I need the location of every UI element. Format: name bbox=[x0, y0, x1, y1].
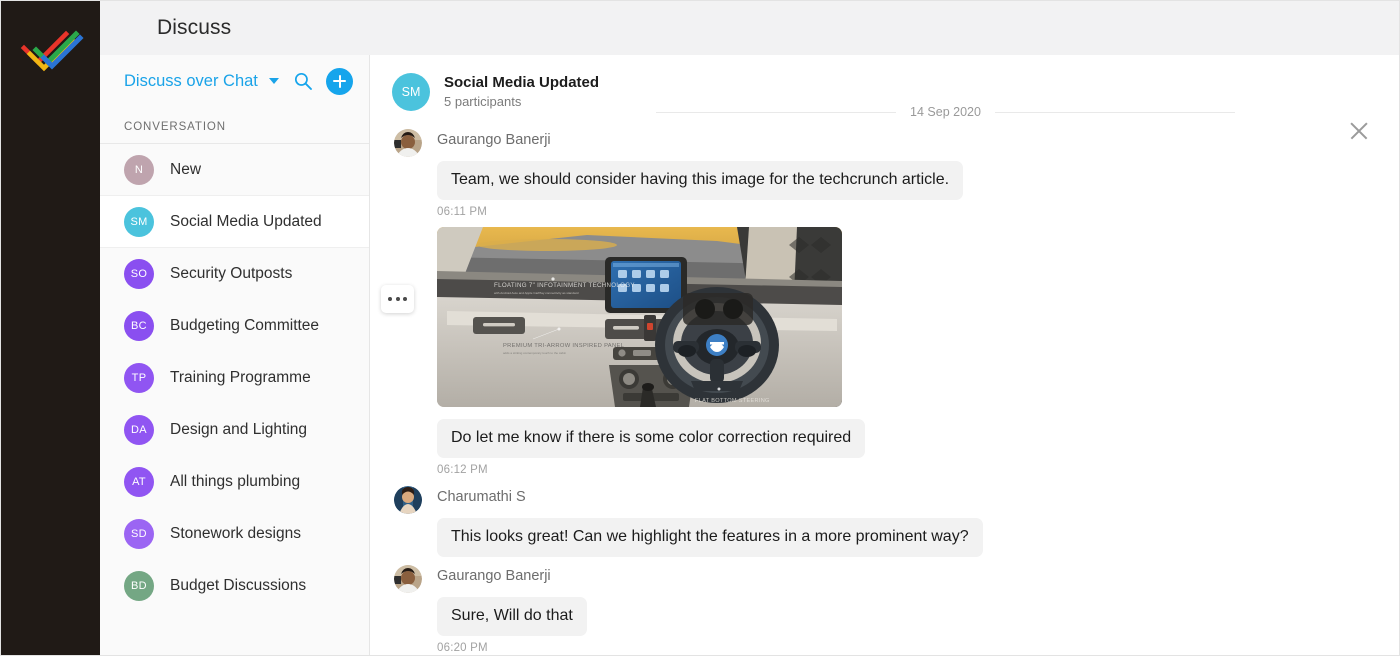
avatar: SO bbox=[124, 258, 154, 289]
app-header: Discuss bbox=[100, 0, 1400, 55]
zoho-checkmark-logo-icon[interactable] bbox=[18, 20, 84, 82]
conversation-item-design-and-lighting[interactable]: DA Design and Lighting bbox=[100, 404, 369, 456]
conversation-item-stonework-designs[interactable]: SD Stonework designs bbox=[100, 508, 369, 560]
message-author: Charumathi S bbox=[437, 489, 526, 505]
svg-text:PREMIUM TRI-ARROW INSPIRED PAN: PREMIUM TRI-ARROW INSPIRED PANEL bbox=[503, 343, 625, 349]
dot bbox=[388, 297, 392, 301]
svg-text:FLOATING 7" INFOTAINMENT TECHN: FLOATING 7" INFOTAINMENT TECHNOLOGY bbox=[494, 282, 635, 289]
page-title: Discuss bbox=[157, 15, 232, 39]
divider-line-right bbox=[994, 111, 1235, 113]
avatar: SD bbox=[124, 518, 154, 549]
conversation-item-social-media-updated[interactable]: SM Social Media Updated bbox=[100, 196, 369, 248]
message-group: Charumathi S This looks great! Can we hi… bbox=[370, 486, 1370, 557]
conversation-section-label: CONVERSATION bbox=[100, 107, 369, 144]
chat-header-text: Social Media Updated 5 participants bbox=[444, 73, 599, 109]
conversation-pane: Discuss over Chat CONVERSATION N New SM … bbox=[100, 55, 370, 656]
conversation-item-label: All things plumbing bbox=[170, 472, 301, 490]
conversation-item-label: Budgeting Committee bbox=[170, 316, 320, 334]
search-icon[interactable] bbox=[293, 71, 313, 91]
chat-header: SM Social Media Updated 5 participants bbox=[370, 55, 1400, 111]
more-options-icon[interactable] bbox=[381, 285, 414, 313]
message-group: FLOATING 7" INFOTAINMENT TECHNOLOGY with… bbox=[370, 227, 1370, 476]
dot bbox=[403, 297, 407, 301]
conversation-item-all-things-plumbing[interactable]: AT All things plumbing bbox=[100, 456, 369, 508]
message-text[interactable]: Do let me know if there is some color co… bbox=[437, 419, 866, 458]
attachment-image[interactable]: FLOATING 7" INFOTAINMENT TECHNOLOGY with… bbox=[437, 227, 842, 407]
avatar: BC bbox=[124, 310, 154, 341]
conversation-item-label: New bbox=[170, 160, 202, 178]
message-timestamp: 06:20 PM bbox=[437, 642, 488, 654]
avatar: TP bbox=[124, 362, 154, 393]
message-author: Gaurango Banerji bbox=[437, 568, 551, 584]
body-row: Discuss over Chat CONVERSATION N New SM … bbox=[100, 55, 1400, 656]
svg-text:adds a striking contemporary t: adds a striking contemporary touch to th… bbox=[503, 351, 566, 355]
conversation-item-label: Security Outposts bbox=[170, 264, 293, 282]
avatar bbox=[394, 129, 422, 157]
message-bubble-row: This looks great! Can we highlight the f… bbox=[370, 518, 1370, 557]
main-column: Discuss Discuss over Chat CONVERSATION N… bbox=[100, 0, 1400, 656]
discuss-app-window: Discuss Discuss over Chat CONVERSATION N… bbox=[0, 0, 1400, 656]
divider-line-left bbox=[656, 111, 897, 113]
avatar bbox=[394, 565, 422, 593]
message-bubble-row: Sure, Will do that bbox=[370, 597, 1370, 636]
avatar: DA bbox=[124, 414, 154, 445]
chat-title: Social Media Updated bbox=[444, 74, 600, 91]
avatar-photo-gaurango bbox=[394, 129, 422, 157]
conversation-item-label: Social Media Updated bbox=[170, 212, 322, 230]
svg-text:with Android Auto and Apple Ca: with Android Auto and Apple CarPlay conn… bbox=[494, 291, 579, 295]
chat-pane: SM Social Media Updated 5 participants 1… bbox=[370, 55, 1400, 656]
chat-header-avatar: SM bbox=[392, 73, 430, 111]
message-group: Gaurango Banerji Sure, Will do that 06:2… bbox=[370, 565, 1370, 654]
add-conversation-button[interactable] bbox=[326, 67, 353, 95]
message-bubble-row: Team, we should consider having this ima… bbox=[370, 161, 1370, 200]
chat-participants-count: 5 participants bbox=[444, 94, 522, 109]
message-author-row: Charumathi S bbox=[370, 486, 1370, 514]
message-timestamp: 06:11 PM bbox=[437, 206, 487, 218]
conversation-item-new[interactable]: N New bbox=[100, 144, 369, 196]
conversation-pane-header: Discuss over Chat bbox=[100, 55, 369, 107]
message-attachment-row: FLOATING 7" INFOTAINMENT TECHNOLOGY with… bbox=[370, 227, 1370, 407]
message-author-row: Gaurango Banerji bbox=[370, 129, 1370, 157]
svg-text:FLAT BOTTOM STEERING: FLAT BOTTOM STEERING bbox=[695, 398, 770, 404]
avatar bbox=[394, 486, 422, 514]
message-author: Gaurango Banerji bbox=[437, 132, 551, 148]
message-author-row: Gaurango Banerji bbox=[370, 565, 1370, 593]
message-text[interactable]: This looks great! Can we highlight the f… bbox=[437, 518, 983, 557]
avatar: N bbox=[124, 154, 154, 185]
avatar-photo-gaurango bbox=[394, 565, 422, 593]
dot bbox=[395, 297, 400, 301]
car-dashboard-photo: FLOATING 7" INFOTAINMENT TECHNOLOGY with… bbox=[437, 227, 842, 407]
conversation-list: N New SM Social Media Updated SO Securit… bbox=[100, 144, 369, 656]
conversation-item-training-programme[interactable]: TP Training Programme bbox=[100, 352, 369, 404]
logo-svg bbox=[20, 30, 84, 72]
message-text[interactable]: Sure, Will do that bbox=[437, 597, 587, 636]
chevron-down-icon[interactable] bbox=[268, 78, 279, 84]
avatar: BD bbox=[124, 570, 154, 601]
conversation-item-label: Training Programme bbox=[170, 368, 311, 386]
message-group: Gaurango Banerji Team, we should conside… bbox=[370, 129, 1370, 218]
conversation-item-security-outposts[interactable]: SO Security Outposts bbox=[100, 248, 369, 300]
conversation-filter-label[interactable]: Discuss over Chat bbox=[124, 72, 258, 91]
avatar: SM bbox=[124, 206, 154, 237]
app-rail bbox=[0, 0, 100, 656]
conversation-item-label: Budget Discussions bbox=[170, 576, 307, 594]
conversation-item-budgeting-committee[interactable]: BC Budgeting Committee bbox=[100, 300, 369, 352]
message-bubble-row: Do let me know if there is some color co… bbox=[370, 419, 1370, 458]
conversation-item-budget-discussions[interactable]: BD Budget Discussions bbox=[100, 560, 369, 612]
avatar: AT bbox=[124, 466, 154, 497]
avatar-photo-charumathi bbox=[394, 486, 422, 514]
conversation-item-label: Stonework designs bbox=[170, 524, 301, 542]
message-timestamp: 06:12 PM bbox=[437, 464, 488, 476]
conversation-item-label: Design and Lighting bbox=[170, 420, 308, 438]
message-stream: Gaurango Banerji Team, we should conside… bbox=[370, 125, 1400, 656]
message-text[interactable]: Team, we should consider having this ima… bbox=[437, 161, 964, 200]
